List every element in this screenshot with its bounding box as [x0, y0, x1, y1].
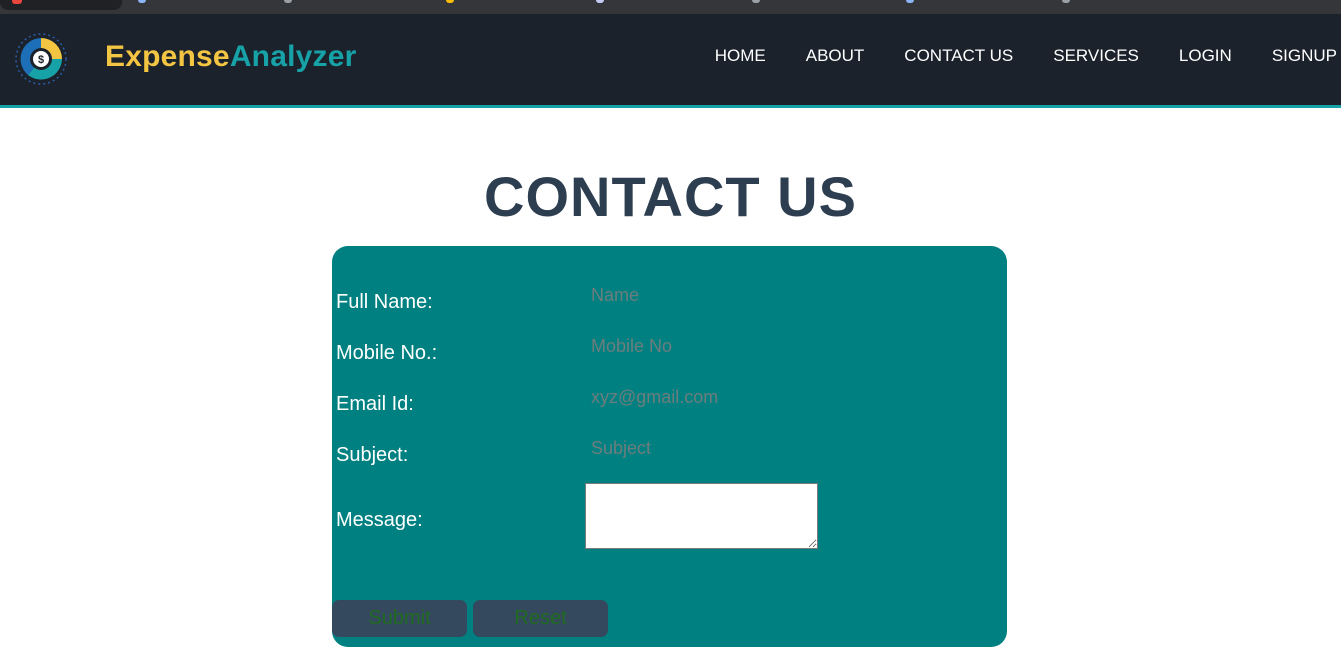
brand-part-analyzer: Analyzer — [229, 40, 357, 73]
subject-label: Subject: — [336, 444, 409, 466]
nav-contact-us[interactable]: CONTACT US — [904, 46, 1013, 66]
dollar-pie-chart-icon[interactable]: $ — [14, 32, 68, 86]
bookmark-favicon[interactable] — [1062, 0, 1070, 3]
bookmark-favicon[interactable] — [446, 0, 454, 3]
email-input[interactable] — [584, 385, 824, 409]
nav-home[interactable]: HOME — [715, 46, 766, 66]
mobile-input[interactable] — [584, 334, 824, 358]
navbar: $ ExpenseAnalyzer HOME ABOUT CONTACT US … — [0, 14, 1341, 108]
brand-name[interactable]: ExpenseAnalyzer — [105, 40, 356, 74]
page-title: CONTACT US — [484, 165, 857, 228]
submit-button[interactable]: Submit — [332, 600, 467, 637]
nav-signup[interactable]: SIGNUP — [1272, 46, 1337, 66]
bookmark-favicon[interactable] — [138, 0, 146, 3]
main-nav: HOME ABOUT CONTACT US SERVICES LOGIN SIG… — [715, 46, 1341, 66]
full-name-label: Full Name: — [336, 291, 433, 313]
contact-form: Full Name: Mobile No.: Email Id: Subject… — [332, 246, 1007, 647]
browser-bookmark-strip — [0, 0, 1341, 14]
brand-part-expense: Expense — [105, 40, 230, 73]
bookmark-favicon[interactable] — [752, 0, 760, 3]
bookmark-favicon[interactable] — [284, 0, 292, 3]
mobile-label: Mobile No.: — [336, 342, 438, 364]
bookmark-favicon[interactable] — [596, 0, 604, 3]
message-label: Message: — [336, 509, 423, 531]
bookmark-favicon[interactable] — [906, 0, 914, 3]
email-label: Email Id: — [336, 393, 414, 415]
nav-about[interactable]: ABOUT — [806, 46, 865, 66]
nav-services[interactable]: SERVICES — [1053, 46, 1139, 66]
reset-button[interactable]: Reset — [473, 600, 608, 637]
full-name-input[interactable] — [584, 283, 824, 307]
svg-text:$: $ — [38, 54, 44, 66]
subject-input[interactable] — [584, 436, 824, 460]
browser-tab[interactable] — [0, 0, 122, 10]
tab-favicon — [12, 0, 22, 4]
message-textarea[interactable] — [585, 483, 818, 549]
nav-login[interactable]: LOGIN — [1179, 46, 1232, 66]
